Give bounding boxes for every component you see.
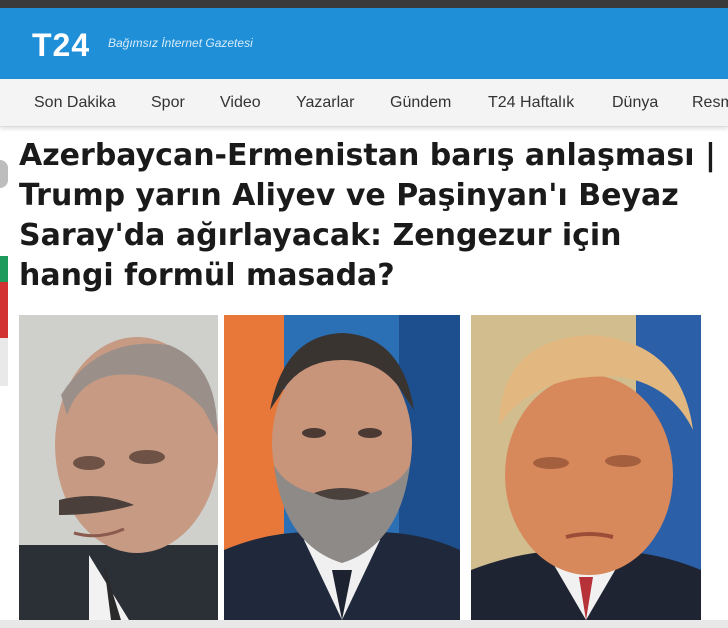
- photo-pashinyan: [224, 315, 460, 620]
- nav-item-gundem[interactable]: Gündem: [390, 94, 451, 112]
- site-header: T24 Bağımsız İnternet Gazetesi: [0, 8, 728, 79]
- nav-item-t24-haftalik[interactable]: T24 Haftalık: [488, 94, 574, 112]
- photo-trump: [471, 315, 701, 620]
- photo-aliyev: [19, 315, 218, 620]
- nav-item-dunya[interactable]: Dünya: [612, 94, 658, 112]
- article-photo-strip[interactable]: [19, 315, 701, 620]
- top-status-strip: [0, 0, 728, 8]
- site-tagline: Bağımsız İnternet Gazetesi: [108, 36, 253, 50]
- article-headline[interactable]: Azerbaycan-Ermenistan barış anlaşması | …: [19, 136, 719, 296]
- nav-item-resmi[interactable]: Resm: [692, 94, 728, 112]
- main-nav: Son Dakika Spor Video Yazarlar Gündem T2…: [0, 79, 728, 127]
- t24-logo[interactable]: T24: [32, 27, 90, 64]
- nav-item-son-dakika[interactable]: Son Dakika: [34, 94, 116, 112]
- bottom-edge-strip: [0, 620, 728, 628]
- nav-item-spor[interactable]: Spor: [151, 94, 185, 112]
- left-edge-flag-fragment: [0, 160, 8, 390]
- nav-item-video[interactable]: Video: [220, 94, 261, 112]
- nav-item-yazarlar[interactable]: Yazarlar: [296, 94, 354, 112]
